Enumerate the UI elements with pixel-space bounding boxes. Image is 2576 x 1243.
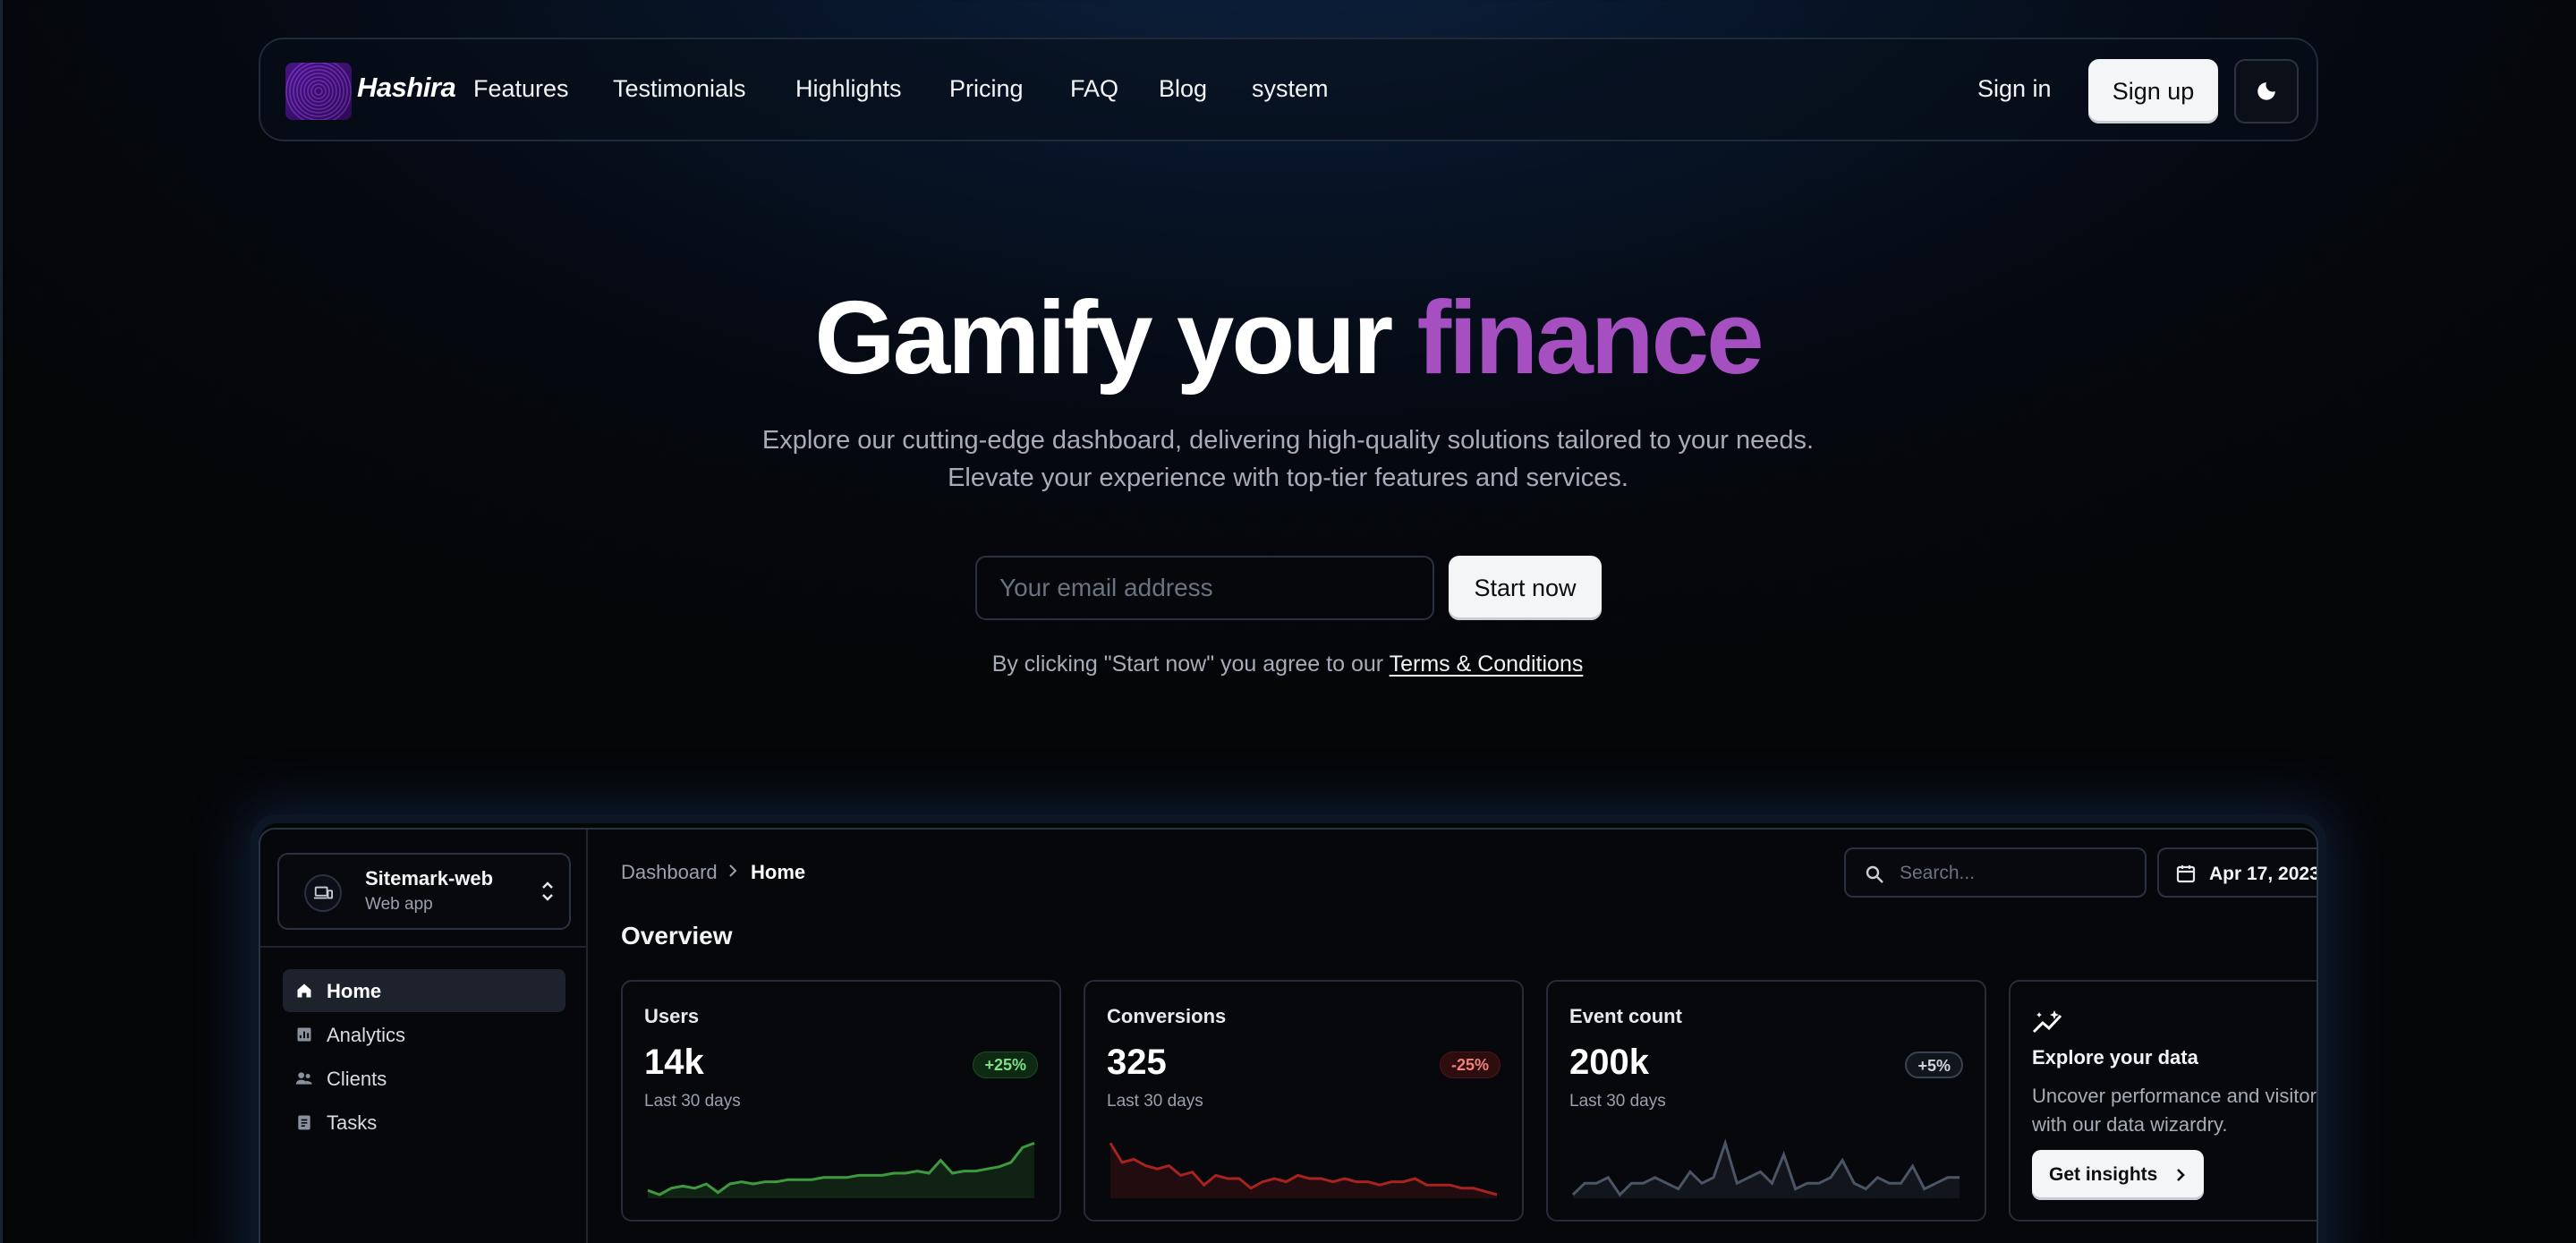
- sparkline-area: [1110, 1143, 1497, 1198]
- stat-value: 200k: [1569, 1043, 1649, 1082]
- sidebar-item-tasks[interactable]: Tasks: [283, 1101, 565, 1144]
- analytics-icon: [297, 1027, 311, 1042]
- nav-link-pricing[interactable]: Pricing: [949, 75, 1024, 103]
- devices-icon: [304, 874, 342, 912]
- start-now-button[interactable]: Start now: [1449, 556, 1602, 620]
- site-type: Web app: [365, 895, 433, 914]
- sidebar-item-label: Clients: [327, 1068, 387, 1090]
- home-icon: [297, 983, 311, 998]
- breadcrumb-parent[interactable]: Dashboard: [621, 861, 718, 884]
- date-picker-button[interactable]: Apr 17, 2023: [2157, 847, 2318, 898]
- sidebar-item-label: Analytics: [327, 1024, 406, 1046]
- hero-title-main: Gamify your: [814, 279, 1393, 396]
- moon-icon: [2257, 82, 2275, 100]
- clipboard-icon: [298, 1115, 310, 1130]
- dashboard-search[interactable]: [1844, 847, 2147, 898]
- hero-subtitle-line-1: Explore our cutting-edge dashboard, deli…: [761, 426, 1815, 455]
- stat-title: Conversions: [1107, 1005, 1227, 1027]
- nav-link-testimonials[interactable]: Testimonials: [613, 75, 746, 103]
- brand-name[interactable]: Hashira: [357, 72, 456, 104]
- sidebar-item-label: Home: [327, 980, 382, 1002]
- stat-card-event-count: Event count 200k +5% Last 30 days: [1546, 980, 1986, 1222]
- hero-title: Gamify your finance: [0, 277, 2576, 397]
- terms-prefix: By clicking "Start now" you agree to our: [991, 651, 1384, 677]
- stat-period: Last 30 days: [1107, 1092, 1203, 1111]
- hero-subtitle-line-2: Elevate your experience with top-tier fe…: [948, 464, 1628, 492]
- date-value: Apr 17, 2023: [2209, 864, 2318, 884]
- sparkline-chart: [647, 1141, 1035, 1198]
- terms-suffix: .: [1577, 651, 1585, 677]
- get-insights-button[interactable]: Get insights: [2032, 1150, 2205, 1200]
- explore-description: Uncover performance and visitor insights…: [2032, 1085, 2317, 1136]
- nav-link-features[interactable]: Features: [473, 75, 569, 103]
- sidebar-item-home[interactable]: Home: [283, 969, 565, 1012]
- nav-link-system[interactable]: system: [1252, 75, 1329, 103]
- insights-icon: [2032, 1010, 2062, 1034]
- people-icon: [295, 1072, 312, 1085]
- stat-value: 14k: [644, 1043, 704, 1082]
- explore-title: Explore your data: [2032, 1046, 2198, 1068]
- top-navbar: Hashira Features Testimonials Highlights…: [259, 38, 2318, 141]
- stat-value: 325: [1107, 1043, 1167, 1082]
- nav-link-faq[interactable]: FAQ: [1070, 75, 1118, 103]
- stat-card-users: Users 14k +25% Last 30 days: [621, 980, 1061, 1222]
- dashboard-preview: Sitemark-web Web app Home Analytics Clie…: [259, 828, 2318, 1243]
- window-edge: [0, 0, 3, 1243]
- sidebar-item-label: Tasks: [327, 1111, 378, 1134]
- chevron-right-icon: [2177, 1169, 2186, 1181]
- sidebar-divider: [260, 946, 588, 948]
- nav-link-highlights[interactable]: Highlights: [795, 75, 902, 103]
- sparkline-area: [1573, 1143, 1960, 1198]
- search-icon: [1866, 865, 1883, 883]
- stat-title: Event count: [1569, 1005, 1682, 1027]
- stat-card-conversions: Conversions 325 -25% Last 30 days: [1084, 980, 1524, 1222]
- stat-period: Last 30 days: [1569, 1092, 1666, 1111]
- sign-in-link[interactable]: Sign in: [1977, 75, 2052, 103]
- stat-period: Last 30 days: [644, 1092, 741, 1111]
- trend-badge: -25%: [1439, 1051, 1501, 1078]
- terms-link[interactable]: Terms & Conditions: [1390, 651, 1584, 677]
- sparkline-chart: [1109, 1142, 1498, 1198]
- theme-toggle-button[interactable]: [2234, 59, 2299, 123]
- overview-heading: Overview: [621, 922, 733, 949]
- stat-title: Users: [644, 1005, 700, 1027]
- get-insights-label: Get insights: [2049, 1164, 2158, 1185]
- hero-title-accent: finance: [1416, 279, 1764, 396]
- site-selector[interactable]: Sitemark-web Web app: [277, 853, 571, 930]
- sign-up-button[interactable]: Sign up: [2088, 59, 2218, 123]
- calendar-icon: [2176, 865, 2196, 883]
- unfold-icon: [542, 881, 553, 901]
- terms-notice: By clicking "Start now" you agree to our…: [0, 651, 2576, 677]
- email-input[interactable]: [975, 556, 1434, 620]
- sidebar-item-analytics[interactable]: Analytics: [283, 1013, 565, 1056]
- dashboard-sidebar: Sitemark-web Web app Home Analytics Clie…: [260, 830, 588, 1243]
- site-name: Sitemark-web: [365, 867, 494, 890]
- sidebar-item-clients[interactable]: Clients: [283, 1057, 565, 1100]
- sparkline-chart: [1571, 1138, 1960, 1198]
- nav-link-blog[interactable]: Blog: [1159, 75, 1207, 103]
- dashboard-search-input[interactable]: [1900, 860, 2132, 887]
- explore-card: Explore your data Uncover performance an…: [2009, 980, 2317, 1222]
- brand-logo-icon[interactable]: [285, 63, 352, 120]
- trend-badge: +5%: [1905, 1051, 1963, 1078]
- trend-badge: +25%: [973, 1051, 1038, 1078]
- chevron-right-icon: [729, 864, 737, 877]
- breadcrumb-current: Home: [751, 861, 806, 883]
